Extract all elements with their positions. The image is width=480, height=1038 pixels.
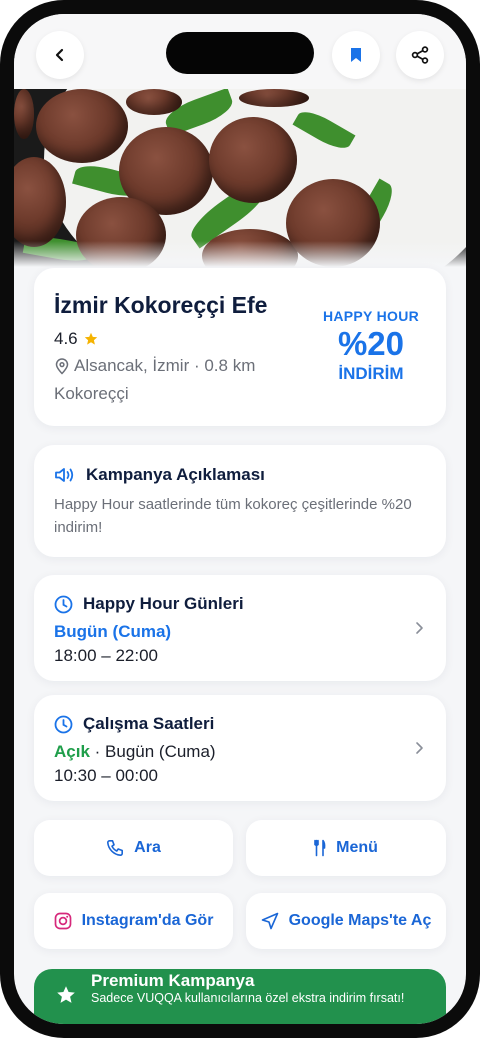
bookmark-button[interactable] <box>332 31 380 79</box>
campaign-card: Kampanya Açıklaması Happy Hour saatlerin… <box>34 445 446 557</box>
hero-image <box>14 89 466 267</box>
happy-hour-badge: HAPPY HOUR %20 İNDİRİM <box>316 308 426 384</box>
instagram-label: Instagram'da Gör <box>81 912 214 929</box>
star-icon <box>84 332 97 345</box>
campaign-header: Kampanya Açıklaması <box>54 465 265 485</box>
happy-hour-day: Bugün (Cuma) <box>54 622 172 641</box>
working-day: · Bugün (Cuma) <box>89 742 216 761</box>
google-maps-button[interactable]: Google Maps'te Aç <box>246 893 446 949</box>
badge-label-top: HAPPY HOUR <box>322 308 420 324</box>
call-label: Ara <box>134 839 161 856</box>
clock-icon <box>54 595 73 613</box>
working-status-line: Açık · Bugün (Cuma) <box>54 742 216 762</box>
campaign-title: Kampanya Açıklaması <box>86 465 265 484</box>
location-text: Alsancak, İzmir · 0.8 km <box>74 356 256 375</box>
back-button[interactable] <box>36 31 84 79</box>
phone-frame: İzmir Kokoreççi Efe 4.6 Alsancak, İzmir … <box>0 0 480 1038</box>
location: Alsancak, İzmir · 0.8 km <box>54 356 255 376</box>
working-hours-header: Çalışma Saatleri <box>54 714 214 734</box>
campaign-description: Happy Hour saatlerinde tüm kokoreç çeşit… <box>54 496 412 536</box>
phone-icon <box>107 840 124 857</box>
share-button[interactable] <box>396 31 444 79</box>
place-info-card: İzmir Kokoreççi Efe 4.6 Alsancak, İzmir … <box>34 268 446 426</box>
bookmark-icon <box>351 48 361 62</box>
back-icon <box>55 48 64 62</box>
category: Kokoreççi <box>54 384 129 403</box>
badge-discount: %20 <box>337 325 405 362</box>
working-time: 10:30 – 00:00 <box>54 766 158 785</box>
happy-hour-time: 18:00 – 22:00 <box>54 646 158 665</box>
premium-campaign-banner[interactable]: Premium Kampanya Sadece VUQQA kullanıcıl… <box>34 969 446 1024</box>
share-icon <box>411 46 429 64</box>
premium-title: Premium Kampanya <box>91 971 255 990</box>
screen: İzmir Kokoreççi Efe 4.6 Alsancak, İzmir … <box>14 14 466 1024</box>
premium-subtitle: Sadece VUQQA kullanıcılarına özel ekstra… <box>91 991 405 1005</box>
happy-hour-days-card[interactable]: Happy Hour Günleri Bugün (Cuma) 18:00 – … <box>34 575 446 681</box>
place-name: İzmir Kokoreççi Efe <box>54 292 268 318</box>
menu-button[interactable]: Menü <box>246 820 446 876</box>
instagram-icon <box>54 912 71 930</box>
working-hours-title: Çalışma Saatleri <box>83 714 215 733</box>
open-status: Açık <box>54 742 90 761</box>
rating: 4.6 <box>54 329 98 349</box>
rating-value: 4.6 <box>54 329 78 348</box>
working-hours-card[interactable]: Çalışma Saatleri Açık · Bugün (Cuma) 10:… <box>34 695 446 801</box>
speaker-icon <box>55 468 74 482</box>
happy-hour-days-header: Happy Hour Günleri <box>54 594 244 614</box>
navigation-arrow-icon <box>261 912 278 930</box>
menu-label: Menü <box>336 839 378 856</box>
instagram-button[interactable]: Instagram'da Gör <box>34 893 233 949</box>
happy-hour-days-title: Happy Hour Günleri <box>83 594 244 613</box>
chevron-right-icon <box>416 622 423 634</box>
badge-label-bottom: İNDİRİM <box>338 364 404 383</box>
google-maps-label: Google Maps'te Aç <box>288 912 432 929</box>
fork-knife-icon <box>314 839 326 857</box>
chevron-right-icon <box>416 742 423 754</box>
star-icon <box>57 986 75 1003</box>
clock-icon <box>54 715 73 733</box>
call-button[interactable]: Ara <box>34 820 233 876</box>
location-pin-icon <box>55 357 69 375</box>
dynamic-island <box>166 32 314 74</box>
